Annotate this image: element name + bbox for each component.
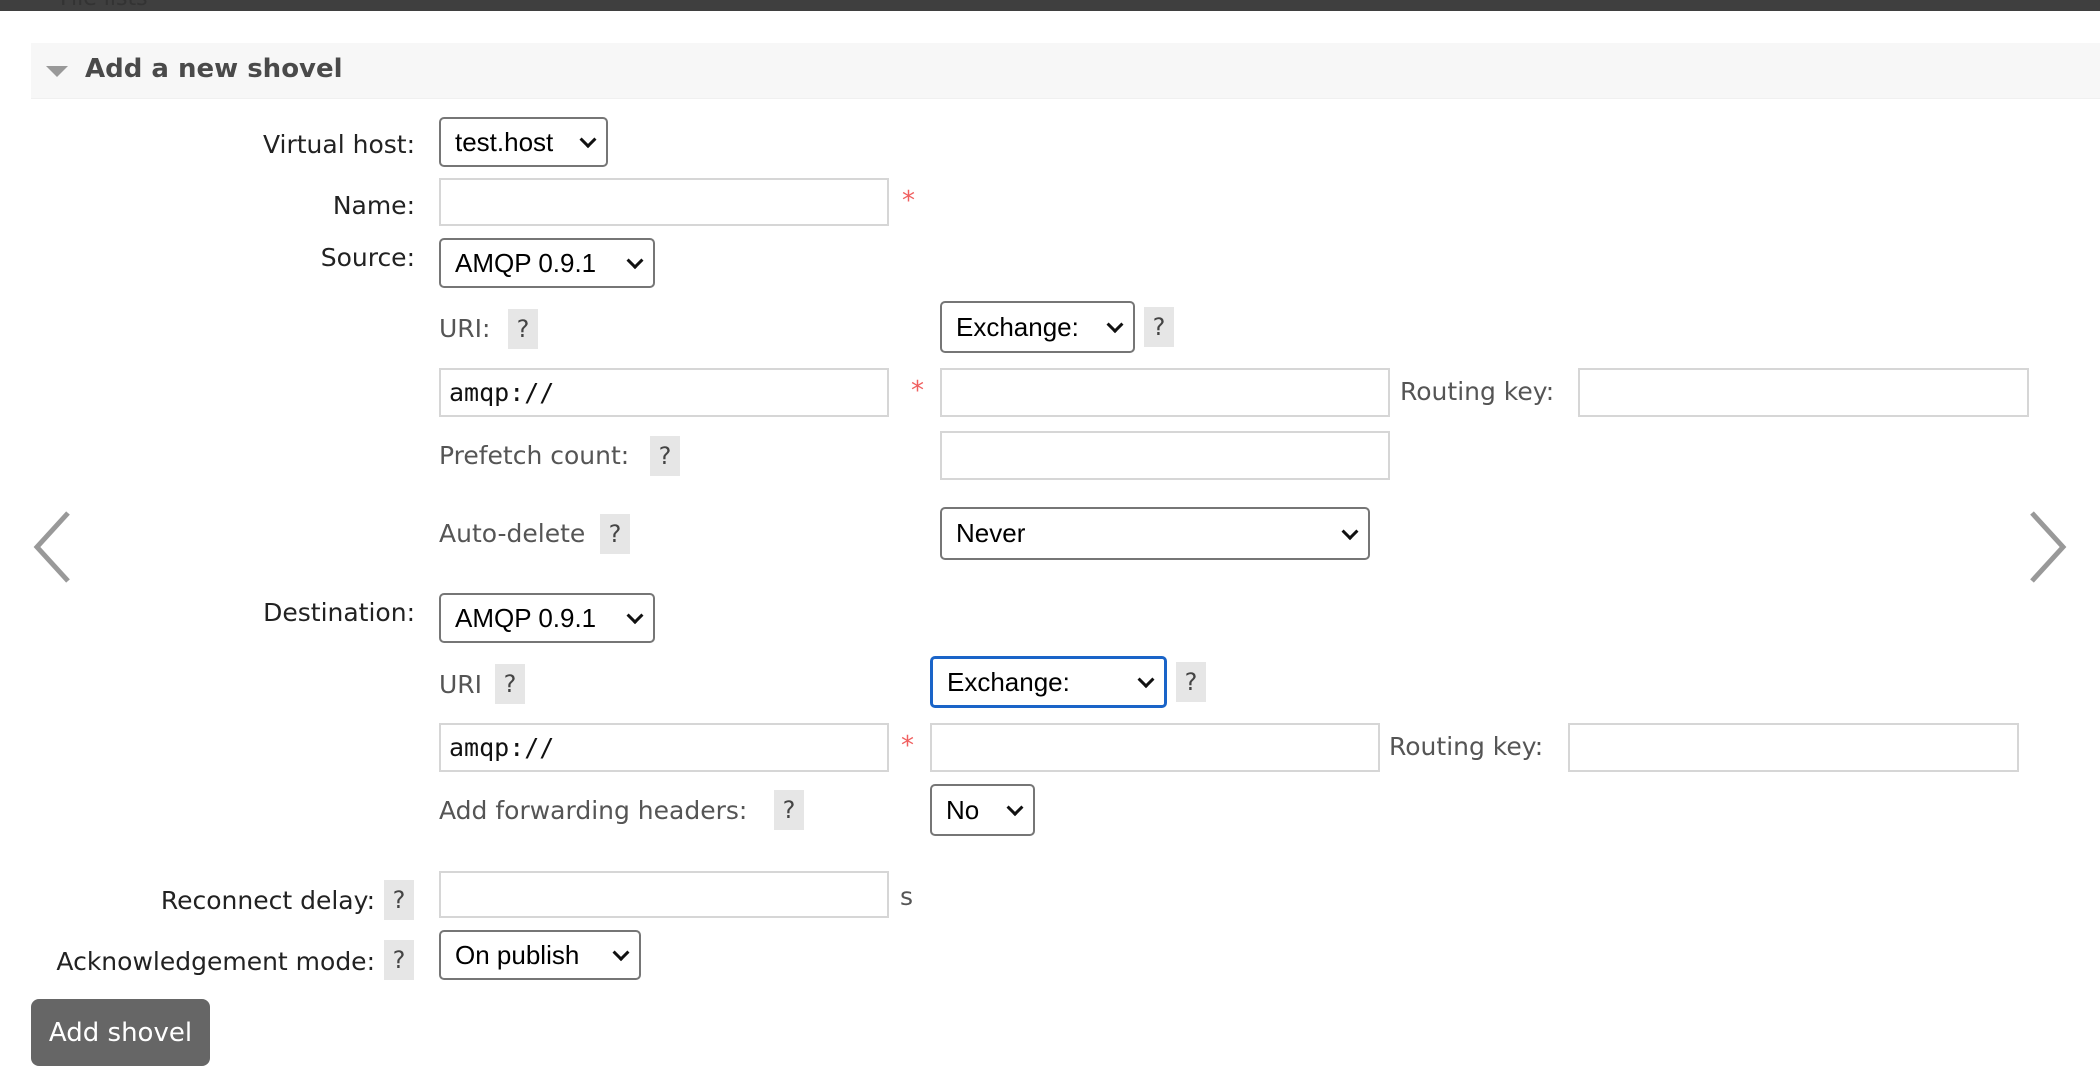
- top-nav-bar: File lists: [0, 0, 2100, 11]
- chevron-down-icon: [1106, 316, 1124, 334]
- destination-uri-help-icon[interactable]: ?: [495, 664, 525, 704]
- prefetch-count-input[interactable]: [940, 431, 1390, 480]
- auto-delete-help-icon[interactable]: ?: [600, 514, 630, 554]
- destination-uri-required-marker: *: [901, 731, 914, 761]
- source-uri-label: URI:: [439, 314, 491, 343]
- destination-routing-key-label: Routing key:: [1389, 732, 1544, 761]
- destination-exchange-input[interactable]: [930, 723, 1380, 772]
- ack-mode-value: On publish: [455, 939, 580, 970]
- ack-mode-select[interactable]: On publish: [439, 930, 641, 980]
- chevron-down-icon: [579, 131, 597, 149]
- prefetch-count-help-icon[interactable]: ?: [650, 436, 680, 476]
- source-protocol-value: AMQP 0.9.1: [455, 247, 597, 278]
- reconnect-delay-help-icon[interactable]: ?: [384, 880, 414, 920]
- section-header-add-shovel[interactable]: Add a new shovel: [31, 43, 2100, 99]
- destination-type-value: Exchange:: [947, 666, 1070, 697]
- ack-mode-help-icon[interactable]: ?: [384, 940, 414, 980]
- source-routing-key-input[interactable]: [1578, 368, 2029, 417]
- destination-uri-input[interactable]: amqp://: [439, 723, 889, 772]
- chevron-down-icon: [1137, 671, 1155, 689]
- add-shovel-button[interactable]: Add shovel: [31, 999, 210, 1066]
- vhost-select-value: test.host: [455, 126, 554, 157]
- source-type-value: Exchange:: [956, 311, 1079, 342]
- source-label: Source:: [320, 243, 415, 272]
- destination-label: Destination:: [263, 598, 415, 627]
- prefetch-count-label: Prefetch count:: [439, 441, 630, 470]
- destination-type-select[interactable]: Exchange:: [930, 656, 1167, 708]
- auto-delete-value: Never: [956, 518, 1026, 548]
- vhost-select[interactable]: test.host: [439, 117, 608, 167]
- chevron-down-icon: [626, 607, 644, 625]
- chevron-down-icon: [1341, 522, 1359, 540]
- source-routing-key-label: Routing key:: [1400, 377, 1555, 406]
- forwarding-headers-select[interactable]: No: [930, 784, 1035, 836]
- source-protocol-select[interactable]: AMQP 0.9.1: [439, 238, 655, 288]
- source-uri-input[interactable]: amqp://: [439, 368, 889, 417]
- chevron-down-icon: [1006, 799, 1024, 817]
- top-nav-partial-text: File lists: [60, 0, 148, 11]
- source-type-select[interactable]: Exchange:: [940, 301, 1135, 353]
- ack-mode-label: Acknowledgement mode:: [56, 947, 375, 976]
- name-label: Name:: [332, 191, 415, 220]
- forwarding-headers-value: No: [946, 794, 980, 825]
- destination-routing-key-input[interactable]: [1568, 723, 2019, 772]
- auto-delete-label: Auto-delete: [439, 519, 586, 548]
- chevron-right-icon[interactable]: [2025, 508, 2070, 586]
- reconnect-delay-unit: s: [900, 882, 914, 911]
- section-title: Add a new shovel: [85, 54, 343, 84]
- reconnect-delay-input[interactable]: [439, 871, 889, 918]
- destination-uri-label: URI: [439, 670, 483, 699]
- name-required-marker: *: [902, 186, 915, 216]
- reconnect-delay-label: Reconnect delay:: [160, 886, 375, 915]
- source-type-help-icon[interactable]: ?: [1144, 307, 1174, 347]
- collapse-triangle-icon[interactable]: [46, 66, 68, 77]
- source-exchange-input[interactable]: [940, 368, 1390, 417]
- destination-protocol-select[interactable]: AMQP 0.9.1: [439, 593, 655, 643]
- forwarding-headers-label: Add forwarding headers:: [439, 796, 748, 825]
- auto-delete-select[interactable]: Never: [940, 507, 1370, 560]
- vhost-label: Virtual host:: [262, 130, 415, 159]
- destination-type-help-icon[interactable]: ?: [1176, 662, 1206, 702]
- chevron-left-icon[interactable]: [30, 508, 75, 586]
- chevron-down-icon: [626, 252, 644, 270]
- source-uri-help-icon[interactable]: ?: [508, 309, 538, 349]
- source-uri-required-marker: *: [911, 376, 924, 406]
- forwarding-headers-help-icon[interactable]: ?: [774, 790, 804, 830]
- chevron-down-icon: [612, 944, 630, 962]
- name-input[interactable]: [439, 178, 889, 226]
- destination-protocol-value: AMQP 0.9.1: [455, 602, 597, 633]
